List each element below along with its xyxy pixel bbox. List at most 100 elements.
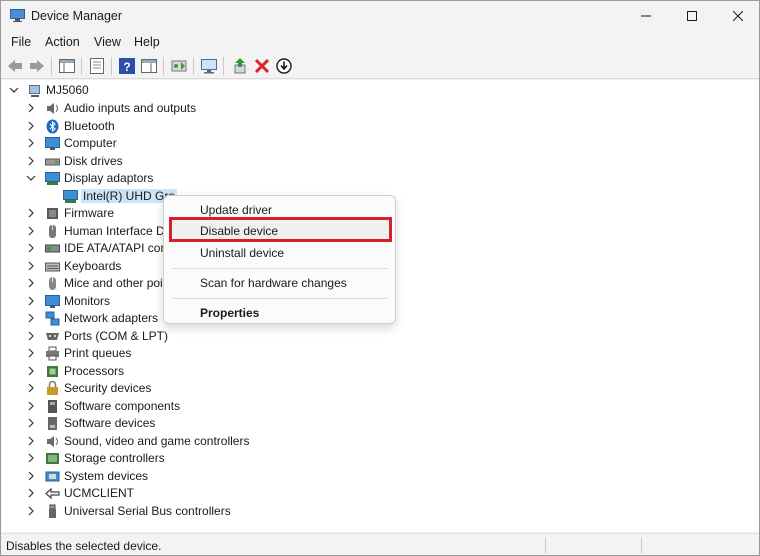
chevron-right-icon[interactable] xyxy=(26,208,36,218)
maximize-button[interactable] xyxy=(669,1,715,31)
chevron-right-icon[interactable] xyxy=(26,331,36,341)
tree-item-label: Human Interface D xyxy=(64,224,165,238)
chevron-right-icon[interactable] xyxy=(26,506,36,516)
chevron-right-icon[interactable] xyxy=(26,138,36,148)
chevron-right-icon[interactable] xyxy=(26,121,36,131)
chevron-right-icon[interactable] xyxy=(26,226,36,236)
tree-item-label: Audio inputs and outputs xyxy=(64,101,197,115)
tree-item-label: Firmware xyxy=(64,206,114,220)
tree-item-label: Print queues xyxy=(64,346,132,360)
chevron-right-icon[interactable] xyxy=(26,401,36,411)
tree-item-label: Monitors xyxy=(64,294,111,308)
back-arrow-icon[interactable] xyxy=(5,56,25,76)
tree-item-label: Disk drives xyxy=(64,154,123,168)
tree-item-label: Sound, video and game controllers xyxy=(64,434,250,448)
tree-item-label: Bluetooth xyxy=(64,119,115,133)
menu-action[interactable]: Action xyxy=(45,35,80,49)
chevron-right-icon[interactable] xyxy=(26,261,36,271)
tree-item-display-adaptors[interactable]: Display adaptors xyxy=(2,170,402,187)
tree-root-label: MJ5060 xyxy=(46,83,89,97)
tree-item-processors[interactable]: Processors xyxy=(2,363,402,380)
monitor-icon xyxy=(45,137,60,150)
chevron-down-icon[interactable] xyxy=(9,85,19,95)
speaker-icon xyxy=(47,436,58,447)
chevron-right-icon[interactable] xyxy=(26,243,36,253)
close-button[interactable] xyxy=(715,1,760,31)
enable-device-icon[interactable] xyxy=(230,56,250,76)
status-pane-divider xyxy=(641,537,642,553)
chevron-right-icon[interactable] xyxy=(26,156,36,166)
chevron-right-icon[interactable] xyxy=(26,453,36,463)
ide-icon xyxy=(45,244,60,253)
tree-item-label: UCMCLIENT xyxy=(64,486,135,500)
chevron-right-icon[interactable] xyxy=(26,366,36,376)
uninstall-icon[interactable] xyxy=(252,56,272,76)
tree-item-label: System devices xyxy=(64,469,149,483)
display-adapter-icon xyxy=(63,190,78,203)
chevron-right-icon[interactable] xyxy=(26,418,36,428)
scan-hardware-icon[interactable] xyxy=(199,56,219,76)
download-icon[interactable] xyxy=(274,56,294,76)
usb-icon xyxy=(49,504,56,518)
processor-icon xyxy=(47,366,58,377)
chevron-right-icon[interactable] xyxy=(26,296,36,306)
hid-icon xyxy=(49,225,56,238)
context-menu: Update driver Disable device Uninstall d… xyxy=(163,195,396,324)
tree-item-software-components[interactable]: Software components xyxy=(2,398,402,415)
tree-item-print-queues[interactable]: Print queues xyxy=(2,345,402,362)
tree-root-row[interactable]: MJ5060 xyxy=(2,82,402,99)
action-pane-icon[interactable] xyxy=(139,56,159,76)
minimize-button[interactable] xyxy=(623,1,669,31)
window-title: Device Manager xyxy=(31,9,123,23)
chevron-down-icon[interactable] xyxy=(26,173,36,183)
menu-help[interactable]: Help xyxy=(134,35,160,49)
tree-item-label: Software components xyxy=(64,399,181,413)
chevron-right-icon[interactable] xyxy=(26,436,36,446)
tree-item-disk-drives[interactable]: Disk drives xyxy=(2,153,402,170)
bluetooth-icon xyxy=(46,119,59,134)
tree-item-computer[interactable]: Computer xyxy=(2,135,402,152)
chevron-right-icon[interactable] xyxy=(26,278,36,288)
tree-item-system-devices[interactable]: System devices xyxy=(2,468,402,485)
uninstall-device-menu-item[interactable]: Uninstall device xyxy=(200,246,284,260)
tree-item-ports[interactable]: Ports (COM & LPT) xyxy=(2,328,402,345)
scan-hardware-menu-item[interactable]: Scan for hardware changes xyxy=(200,276,347,290)
chevron-right-icon[interactable] xyxy=(26,383,36,393)
tree-item-label: Software devices xyxy=(64,416,156,430)
chevron-right-icon[interactable] xyxy=(26,313,36,323)
device-manager-window: Device Manager File Action View Help ? M… xyxy=(0,0,760,556)
ucm-icon xyxy=(45,487,60,500)
menu-file[interactable]: File xyxy=(11,35,31,49)
status-pane-divider xyxy=(545,537,546,553)
properties-icon[interactable] xyxy=(87,56,107,76)
tree-item-label: Keyboards xyxy=(64,259,122,273)
tree-item-usb-controllers[interactable]: Universal Serial Bus controllers xyxy=(2,503,402,520)
help-icon[interactable]: ? xyxy=(117,56,137,76)
port-icon xyxy=(46,333,59,340)
tree-item-audio[interactable]: Audio inputs and outputs xyxy=(2,100,402,117)
tree-item-bluetooth[interactable]: Bluetooth xyxy=(2,118,402,135)
disable-device-menu-item[interactable]: Disable device xyxy=(200,224,278,238)
chevron-right-icon[interactable] xyxy=(26,103,36,113)
tree-item-ucmclient[interactable]: UCMCLIENT xyxy=(2,485,402,502)
tree-item-security-devices[interactable]: Security devices xyxy=(2,380,402,397)
menu-separator xyxy=(172,298,388,299)
speaker-icon xyxy=(47,103,58,114)
chevron-right-icon[interactable] xyxy=(26,488,36,498)
show-hide-tree-icon[interactable] xyxy=(57,56,77,76)
title-bar: Device Manager xyxy=(1,1,759,31)
svg-text:?: ? xyxy=(123,60,130,74)
tree-item-software-devices[interactable]: Software devices xyxy=(2,415,402,432)
forward-arrow-icon[interactable] xyxy=(27,56,47,76)
update-driver-icon[interactable] xyxy=(169,56,189,76)
tree-item-sound-video[interactable]: Sound, video and game controllers xyxy=(2,433,402,450)
chevron-right-icon[interactable] xyxy=(26,348,36,358)
properties-menu-item[interactable]: Properties xyxy=(200,306,259,320)
device-manager-app-icon xyxy=(10,9,25,22)
menu-separator xyxy=(172,268,388,269)
chevron-right-icon[interactable] xyxy=(26,471,36,481)
tree-item-label: Display adaptors xyxy=(64,171,154,185)
update-driver-menu-item[interactable]: Update driver xyxy=(200,203,272,217)
menu-view[interactable]: View xyxy=(94,35,121,49)
tree-item-storage-controllers[interactable]: Storage controllers xyxy=(2,450,402,467)
